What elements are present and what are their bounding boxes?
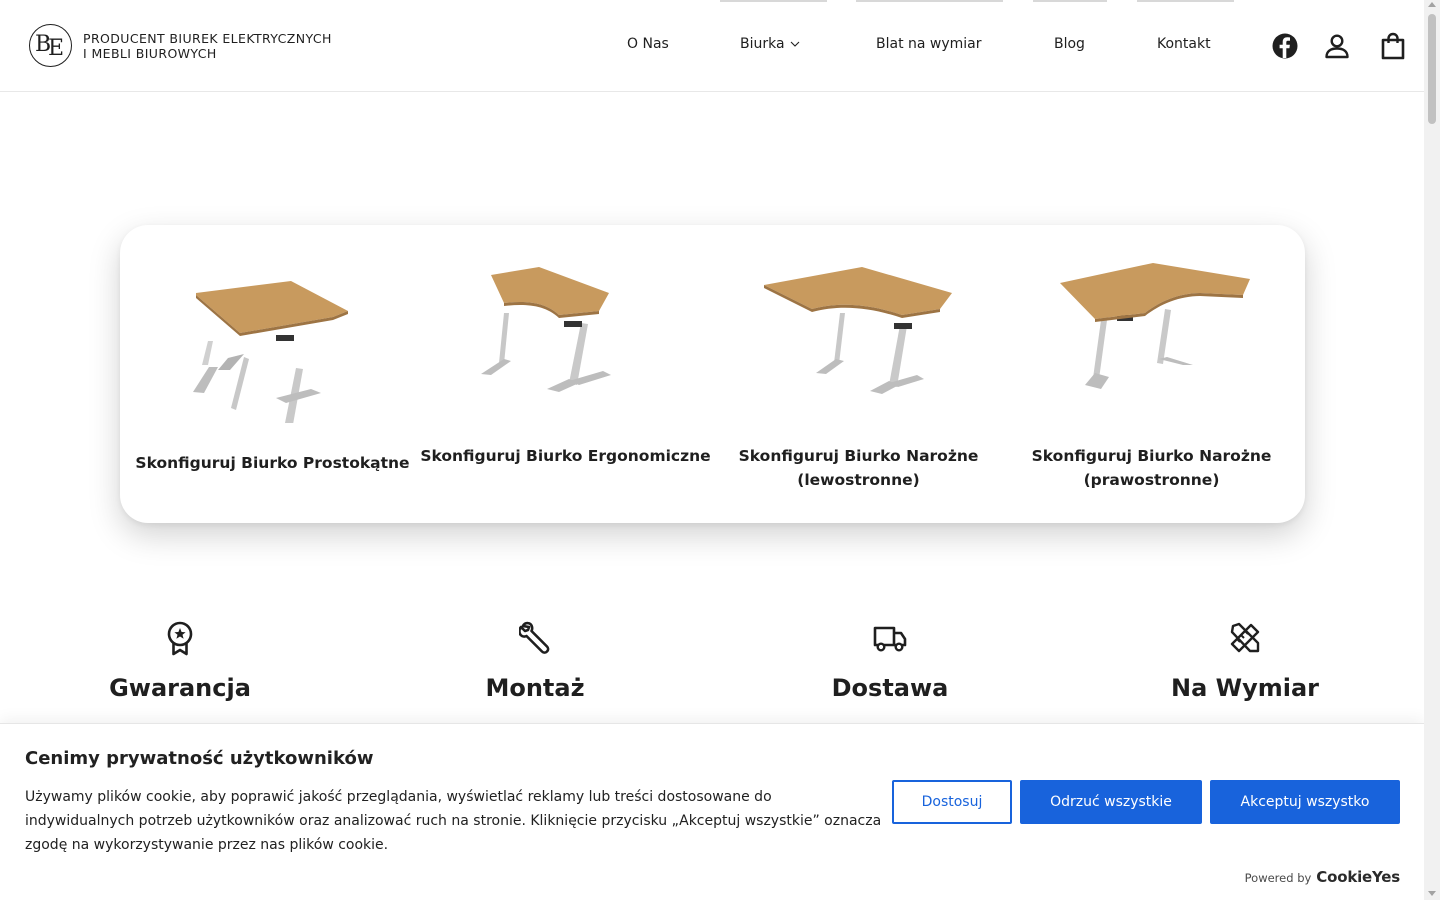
powered-by-cookieyes[interactable]: Powered by CookieYes [1244,868,1401,886]
feature-title: Gwarancja [109,674,251,702]
chevron-down-icon [790,41,799,47]
cookie-title: Cenimy prywatność użytkowników [25,748,374,769]
shopping-bag-icon[interactable] [1379,32,1407,60]
configure-rectangular-desk-label: Skonfiguruj Biurko Prostokątne [135,454,410,472]
corner-right-desk-image [1060,263,1250,389]
top-tab-indicator [856,0,1003,2]
feature-title: Na Wymiar [1170,674,1320,702]
feature-dostawa: Dostawa [745,620,1035,702]
nav-item-o-nas[interactable]: O Nas [627,36,669,52]
nav-label: O Nas [627,36,669,52]
top-tab-indicator [720,0,827,2]
wrench-icon [519,621,550,654]
desk-configurator-card: Skonfiguruj Biurko Prostokątne Skonfigur… [120,225,1305,523]
configure-corner-left-desk-label: Skonfiguruj Biurko Narożne (lewostronne) [738,447,979,489]
reject-all-cookies-button[interactable]: Odrzuć wszystkie [1020,780,1202,824]
configure-ergonomic-desk[interactable]: Skonfiguruj Biurko Ergonomiczne [419,225,712,523]
nav-label: Biurka [740,36,785,52]
scroll-up-arrow-icon[interactable] [1428,2,1436,7]
nav-item-blat-na-wymiar[interactable]: Blat na wymiar [876,36,982,52]
shopping-bag-icon-svg [1381,32,1405,60]
feature-title: Dostawa [831,674,949,702]
configure-corner-right-desk-label: Skonfiguruj Biurko Narożne (prawostronne… [1031,447,1272,489]
nav-label: Blog [1054,36,1085,52]
rectangular-desk-image [193,281,348,423]
feature-na-wymiar: Na Wymiar [1100,620,1390,702]
configure-corner-left-desk[interactable]: Skonfiguruj Biurko Narożne (lewostronne) [712,225,1005,523]
configure-ergonomic-desk-label: Skonfiguruj Biurko Ergonomiczne [420,447,711,465]
nav-item-blog[interactable]: Blog [1054,36,1085,52]
facebook-icon[interactable] [1271,32,1299,60]
top-tab-indicator [1137,0,1234,2]
user-icon-svg [1325,34,1349,59]
feature-montaz: Montaż [390,620,680,702]
facebook-icon-svg [1272,33,1298,59]
cookieyes-logo: CookieYes [1316,868,1400,886]
nav-label: Kontakt [1157,36,1211,52]
configure-corner-right-desk[interactable]: Skonfiguruj Biurko Narożne (prawostronne… [1005,225,1298,523]
accept-all-cookies-button[interactable]: Akceptuj wszystko [1210,780,1400,824]
award-icon [167,621,193,656]
corner-left-desk-image [764,267,952,394]
customize-cookies-button[interactable]: Dostosuj [892,780,1012,824]
scroll-down-arrow-icon[interactable] [1428,891,1436,896]
cookie-description: Używamy plików cookie, aby poprawić jako… [25,789,882,853]
nav-item-biurka[interactable]: Biurka [740,36,800,52]
cookie-consent-banner: Cenimy prywatność użytkowników Używamy p… [0,723,1424,900]
ergonomic-desk-image [481,267,611,392]
feature-gwarancja: Gwarancja [35,620,325,702]
configure-rectangular-desk[interactable]: Skonfiguruj Biurko Prostokątne [126,225,419,523]
nav-label: Blat na wymiar [876,36,982,52]
main-nav: O Nas Biurka Blat na wymiar Blog Kontakt [0,36,1424,56]
truck-icon [873,626,907,652]
scrollbar-thumb[interactable] [1428,14,1436,124]
feature-title: Montaż [485,674,585,702]
top-tab-indicator [1033,0,1107,2]
site-header: B E PRODUCENT BIUREK ELEKTRYCZNYCH I MEB… [0,0,1424,92]
user-icon[interactable] [1323,32,1351,60]
page-scrollbar[interactable] [1424,0,1440,900]
nav-item-kontakt[interactable]: Kontakt [1157,36,1211,52]
powered-by-label: Powered by [1244,871,1312,885]
ruler-pencil-icon [1230,622,1260,653]
